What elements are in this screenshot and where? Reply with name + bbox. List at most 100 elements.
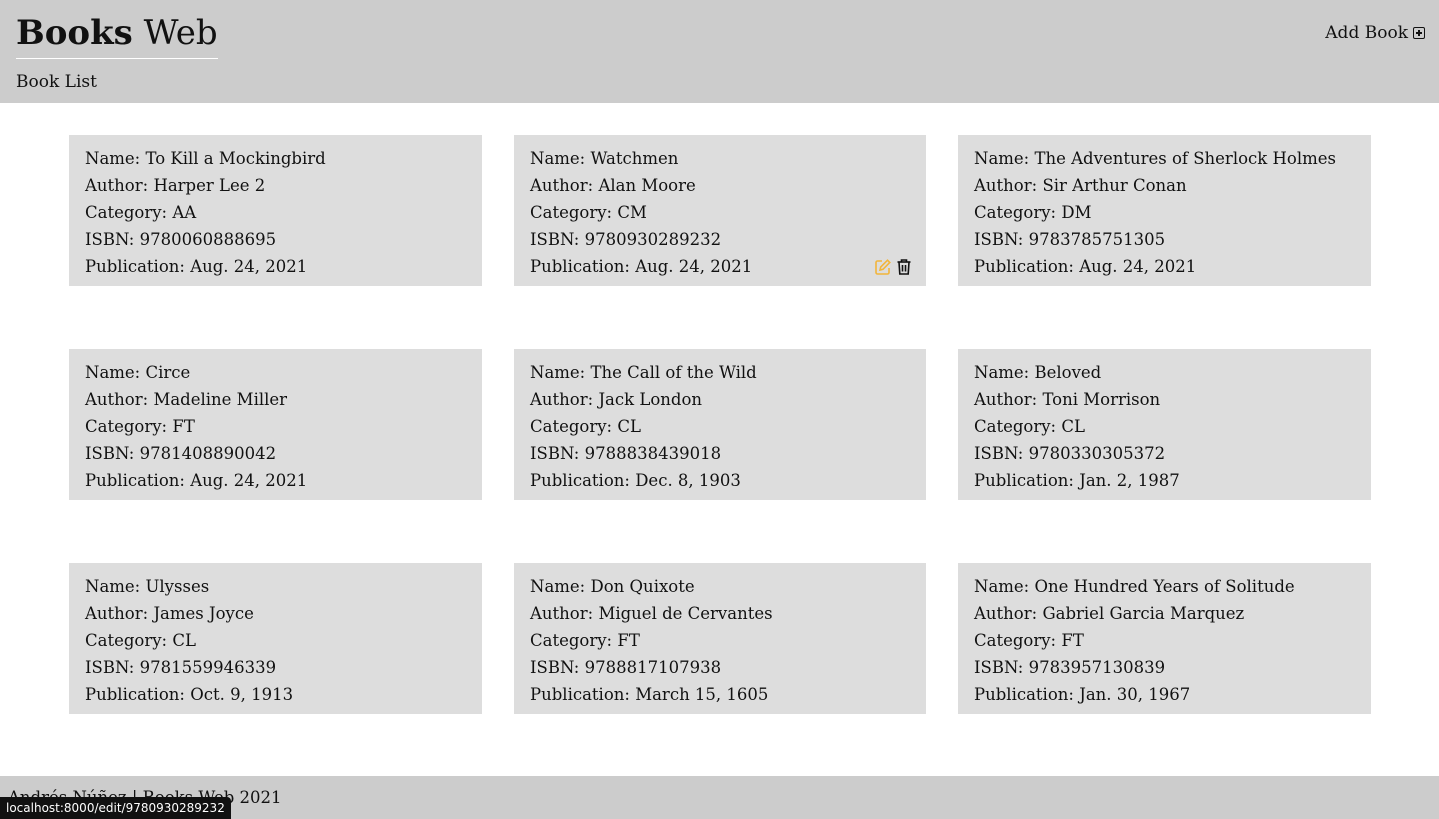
book-category-label: Category:	[85, 203, 173, 222]
book-publication: Publication: Oct. 9, 1913	[85, 681, 466, 708]
book-category-value: CL	[1061, 417, 1085, 436]
book-isbn: ISBN: 9781408890042	[85, 440, 466, 467]
book-author: Author: Jack London	[530, 386, 910, 413]
book-isbn-label: ISBN:	[530, 658, 585, 677]
book-author-value: Harper Lee 2	[153, 176, 266, 195]
book-category-label: Category:	[530, 203, 618, 222]
book-name-label: Name:	[974, 149, 1035, 168]
book-category-value: CL	[617, 417, 641, 436]
book-isbn-label: ISBN:	[530, 444, 585, 463]
book-category-value: DM	[1061, 203, 1092, 222]
add-book-button[interactable]: Add Book	[1325, 21, 1425, 45]
book-isbn: ISBN: 9788817107938	[530, 654, 910, 681]
brand-light-text: Web	[143, 13, 218, 53]
book-publication-label: Publication:	[85, 685, 191, 704]
book-isbn: ISBN: 9780060888695	[85, 226, 466, 253]
book-name-value: Beloved	[1034, 363, 1102, 382]
book-publication-label: Publication:	[530, 471, 636, 490]
book-isbn-label: ISBN:	[974, 230, 1029, 249]
book-category-label: Category:	[974, 417, 1062, 436]
book-name-value: One Hundred Years of Solitude	[1034, 577, 1295, 596]
book-author: Author: Harper Lee 2	[85, 172, 466, 199]
book-author-label: Author:	[530, 390, 599, 409]
book-isbn-value: 9781408890042	[139, 444, 277, 463]
book-category-value: CM	[617, 203, 647, 222]
edit-icon[interactable]	[874, 258, 892, 276]
book-name: Name: The Call of the Wild	[530, 359, 910, 386]
book-card[interactable]: Name: Beloved Author: Toni Morrison Catego…	[958, 349, 1371, 500]
nav-book-list-link[interactable]: Book List	[16, 70, 97, 94]
book-name: Name: Ulysses	[85, 573, 466, 600]
book-author-value: Jack London	[598, 390, 703, 409]
book-isbn: ISBN: 9783785751305	[974, 226, 1355, 253]
book-card[interactable]: Name: One Hundred Years of Solitude Autho…	[958, 563, 1371, 714]
book-publication: Publication: Aug. 24, 2021	[85, 253, 466, 280]
book-grid: Name: To Kill a Mockingbird Author: Harpe…	[69, 135, 1371, 714]
book-author-label: Author:	[530, 176, 599, 195]
book-publication-value: Jan. 2, 1987	[1079, 471, 1180, 490]
book-name-label: Name:	[974, 577, 1035, 596]
book-name-value: The Call of the Wild	[590, 363, 757, 382]
book-author: Author: Sir Arthur Conan	[974, 172, 1355, 199]
book-publication-value: Aug. 24, 2021	[190, 257, 308, 276]
book-isbn-value: 9788838439018	[584, 444, 722, 463]
book-isbn: ISBN: 9788838439018	[530, 440, 910, 467]
add-book-label: Add Book	[1325, 23, 1408, 43]
book-isbn-label: ISBN:	[85, 230, 140, 249]
book-isbn-value: 9780060888695	[139, 230, 277, 249]
book-author-value: Miguel de Cervantes	[598, 604, 773, 623]
book-card[interactable]: Name: The Call of the Wild Author: Jack L…	[514, 349, 926, 500]
book-publication: Publication: Aug. 24, 2021	[974, 253, 1355, 280]
book-isbn-value: 9783785751305	[1028, 230, 1166, 249]
book-name: Name: The Adventures of Sherlock Holmes	[974, 145, 1355, 172]
book-category-label: Category:	[85, 631, 173, 650]
book-publication-value: Jan. 30, 1967	[1079, 685, 1191, 704]
book-card[interactable]: Name: To Kill a Mockingbird Author: Harpe…	[69, 135, 482, 286]
book-isbn-label: ISBN:	[974, 658, 1029, 677]
book-name-label: Name:	[530, 363, 591, 382]
trash-icon[interactable]	[896, 258, 912, 276]
book-card[interactable]: Name: The Adventures of Sherlock Holmes A…	[958, 135, 1371, 286]
brand-logo[interactable]: Books Web	[16, 12, 218, 59]
book-category: Category: FT	[974, 627, 1355, 654]
book-category-value: CL	[172, 631, 196, 650]
book-publication-label: Publication:	[530, 257, 636, 276]
book-isbn-value: 9781559946339	[139, 658, 277, 677]
book-card[interactable]: Name: Ulysses Author: James Joyce Category…	[69, 563, 482, 714]
book-name-value: Don Quixote	[590, 577, 695, 596]
book-name-value: The Adventures of Sherlock Holmes	[1034, 149, 1337, 168]
brand-bold-text: Books	[16, 13, 133, 53]
book-card[interactable]: Name: Circe Author: Madeline Miller Catego…	[69, 349, 482, 500]
book-card[interactable]: Name: Watchmen Author: Alan Moore Category…	[514, 135, 926, 286]
book-publication-value: Aug. 24, 2021	[635, 257, 753, 276]
book-card[interactable]: Name: Don Quixote Author: Miguel de Cerva…	[514, 563, 926, 714]
book-author-value: Sir Arthur Conan	[1042, 176, 1187, 195]
book-author-label: Author:	[85, 604, 154, 623]
book-isbn: ISBN: 9783957130839	[974, 654, 1355, 681]
book-name-label: Name:	[530, 577, 591, 596]
book-publication-label: Publication:	[85, 471, 191, 490]
book-category-value: FT	[1061, 631, 1084, 650]
book-category-value: FT	[617, 631, 640, 650]
book-publication-value: Dec. 8, 1903	[635, 471, 741, 490]
book-name: Name: Watchmen	[530, 145, 910, 172]
book-isbn-value: 9788817107938	[584, 658, 722, 677]
book-name-label: Name:	[974, 363, 1035, 382]
book-category: Category: DM	[974, 199, 1355, 226]
book-isbn-value: 9780330305372	[1028, 444, 1166, 463]
book-name: Name: One Hundred Years of Solitude	[974, 573, 1355, 600]
book-name-value: Watchmen	[590, 149, 679, 168]
card-actions	[874, 258, 912, 276]
book-name: Name: Don Quixote	[530, 573, 910, 600]
site-footer: Andrés Núñez | Books Web 2021 localhost:…	[0, 776, 1439, 819]
book-name-label: Name:	[85, 577, 146, 596]
book-author-value: James Joyce	[153, 604, 254, 623]
book-publication-label: Publication:	[974, 685, 1080, 704]
book-category-value: FT	[172, 417, 195, 436]
book-author-label: Author:	[974, 390, 1043, 409]
book-name-label: Name:	[85, 149, 146, 168]
book-name: Name: To Kill a Mockingbird	[85, 145, 466, 172]
book-publication: Publication: Dec. 8, 1903	[530, 467, 910, 494]
book-isbn: ISBN: 9781559946339	[85, 654, 466, 681]
book-category-label: Category:	[974, 203, 1062, 222]
